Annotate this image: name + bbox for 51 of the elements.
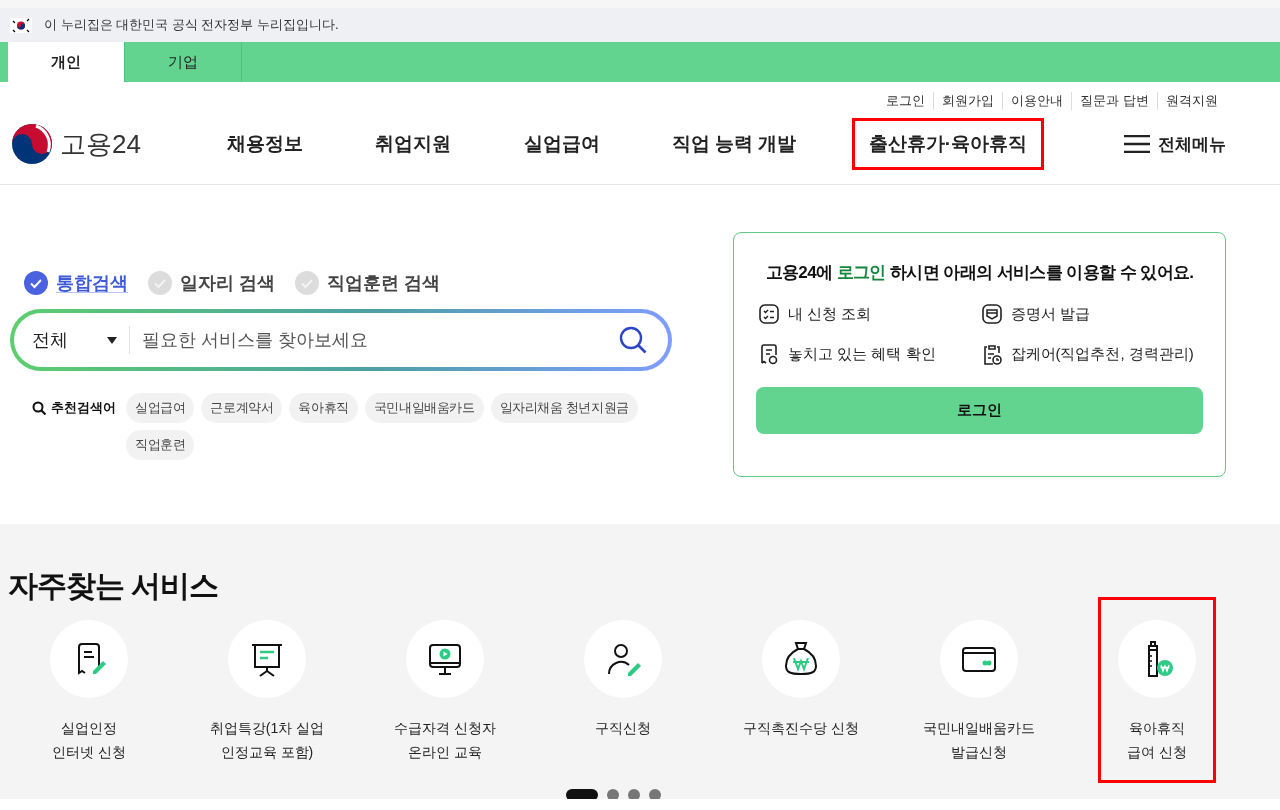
feature-label: 내 신청 조회 [788, 304, 872, 324]
keyword-chip[interactable]: 육아휴직 [289, 393, 358, 423]
certificate-icon [980, 303, 1003, 325]
search-icon [32, 401, 46, 415]
section-title: 자주찾는 서비스 [7, 568, 220, 604]
service-shortcut[interactable]: 구직촉진수당 신청 [712, 597, 890, 783]
search-scope-option[interactable]: 일자리 검색 [148, 271, 275, 295]
site-logo-text[interactable]: 고용24 [60, 126, 141, 162]
utility-link[interactable]: 원격지원 [1157, 92, 1226, 110]
login-link[interactable]: 로그인 [836, 263, 886, 282]
flag-icon [10, 17, 32, 33]
feature-label: 잡케어(직업추천, 경력관리) [1010, 344, 1194, 364]
utility-link[interactable]: 질문과 답변 [1071, 92, 1157, 110]
utility-link[interactable]: 이용안내 [1002, 92, 1072, 110]
user-type-tab[interactable]: 기업 [125, 42, 242, 82]
nav-menu-item[interactable]: 직업 능력 개발 [654, 118, 814, 170]
search-icon [618, 325, 648, 355]
receipt-icon [758, 343, 780, 365]
login-prompt-text: 고용24에 로그인 하시면 아래의 서비스를 이용할 수 있어요. [764, 262, 1195, 284]
list-icon [758, 303, 780, 325]
keyword-chip[interactable]: 근로계약서 [201, 393, 283, 423]
nav-menu-item[interactable]: 실업급여 [506, 118, 617, 170]
carousel-dot[interactable] [628, 789, 640, 799]
keyword-chip[interactable]: 국민내일배움카드 [364, 393, 484, 423]
keyword-chip[interactable]: 직업훈련 [126, 430, 195, 460]
feature-label: 증명서 발급 [1010, 304, 1090, 324]
service-shortcut[interactable]: 구직신청 [534, 597, 712, 783]
emblem-icon [10, 122, 54, 166]
carousel-dot[interactable] [649, 789, 661, 799]
login-button[interactable]: 로그인 [756, 387, 1203, 434]
keyword-chip[interactable]: 실업급여 [126, 393, 195, 423]
recommended-label: 추천검색어 [51, 399, 116, 417]
all-menu-button[interactable]: 전체메뉴 [1124, 132, 1226, 156]
nav-menu-item[interactable]: 채용정보 [210, 118, 320, 170]
menu-icon [1124, 135, 1150, 153]
category-dropdown[interactable]: 전체 [14, 326, 130, 354]
service-shortcut[interactable]: 육아휴직 급여 신청 [1098, 597, 1216, 783]
search-scope-option[interactable]: 통합검색 [24, 271, 128, 295]
service-shortcut[interactable]: 수급자격 신청자 온라인 교육 [356, 597, 534, 783]
nav-menu-item[interactable]: 취업지원 [358, 118, 469, 170]
search-scope-option[interactable]: 직업훈련 검색 [295, 271, 441, 295]
nav-menu-item[interactable]: 출산휴가·육아휴직 [851, 118, 1044, 170]
user-type-tab[interactable]: 개인 [8, 42, 125, 82]
carousel-dot[interactable] [607, 789, 619, 799]
gov-notice-text: 이 누리집은 대한민국 공식 전자정부 누리집입니다. [44, 16, 339, 34]
caret-icon [107, 336, 117, 344]
feature-label: 놓치고 있는 혜택 확인 [788, 344, 936, 364]
utility-link[interactable]: 로그인 [878, 92, 934, 110]
utility-link[interactable]: 회원가입 [933, 92, 1003, 110]
service-shortcut[interactable]: 국민내일배움카드 발급신청 [890, 597, 1068, 783]
keyword-chip[interactable]: 일자리채움 청년지원금 [490, 393, 638, 423]
